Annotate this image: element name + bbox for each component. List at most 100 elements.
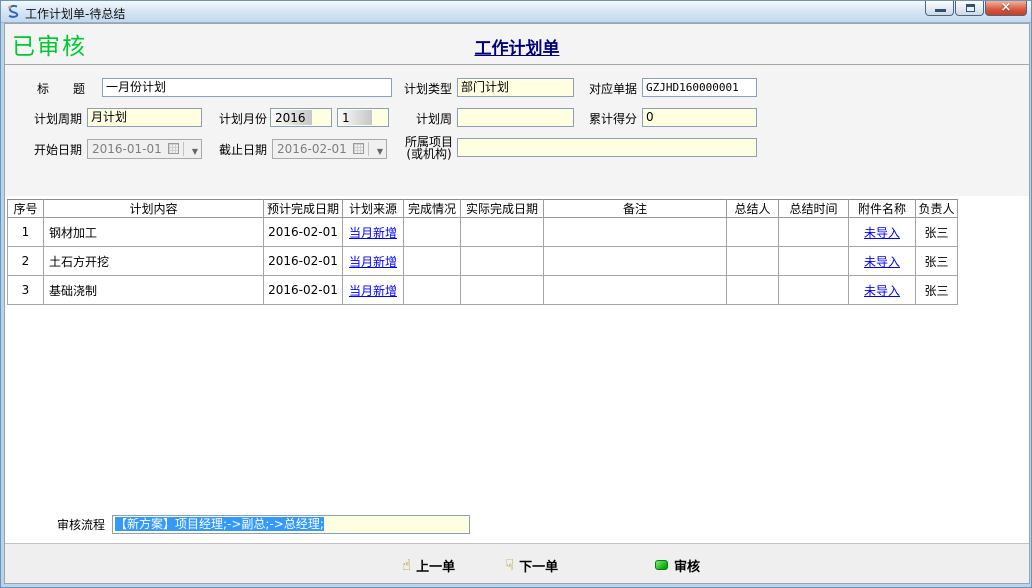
- cell-summarizer: [727, 218, 779, 247]
- cell-attachment: 未导入: [849, 276, 916, 305]
- chevron-down-icon[interactable]: ▼: [377, 144, 383, 160]
- cell-source: 当月新增: [343, 276, 404, 305]
- source-link[interactable]: 当月新增: [349, 226, 397, 240]
- previous-doc-button[interactable]: ☝ 上一单: [402, 556, 455, 574]
- table-row: 1 钢材加工 2016-02-01 当月新增 未导入 张三: [8, 218, 958, 247]
- attachment-link[interactable]: 未导入: [864, 255, 900, 269]
- col-header-owner: 负责人: [916, 200, 958, 218]
- cell-no: 1: [8, 218, 44, 247]
- plan-month-value: 1: [339, 110, 372, 125]
- col-header-source: 计划来源: [343, 200, 404, 218]
- maximize-button[interactable]: [955, 1, 984, 16]
- cell-attachment: 未导入: [849, 247, 916, 276]
- close-button[interactable]: ×: [985, 1, 1027, 16]
- col-header-content: 计划内容: [44, 200, 264, 218]
- cell-status: [404, 247, 461, 276]
- cell-due: 2016-02-01: [264, 218, 343, 247]
- approval-flow-input[interactable]: 【新方案】项目经理;->副总;->总经理;: [112, 515, 470, 534]
- divider: [183, 142, 184, 156]
- cell-source: 当月新增: [343, 247, 404, 276]
- project-input[interactable]: [457, 138, 757, 157]
- approval-flow-label: 审核流程: [57, 518, 105, 532]
- cell-status: [404, 218, 461, 247]
- sheet-title: 工作计划单: [5, 34, 1029, 59]
- plan-type-label: 计划类型: [398, 82, 452, 96]
- title-input[interactable]: 一月份计划: [102, 78, 392, 97]
- table-header-row: 序号 计划内容 预计完成日期 计划来源 完成情况 实际完成日期 备注 总结人 总…: [8, 200, 958, 218]
- app-window: 工作计划单-待总结 × 已审核 工作计划单 标 题 一月份计划 计划类型 部门计…: [0, 0, 1032, 588]
- close-icon: ×: [986, 0, 1026, 15]
- col-header-status: 完成情况: [404, 200, 461, 218]
- cell-no: 2: [8, 247, 44, 276]
- source-link[interactable]: 当月新增: [349, 255, 397, 269]
- plan-month-spinner[interactable]: 1: [337, 108, 389, 127]
- plan-cycle-input[interactable]: 月计划: [87, 108, 202, 127]
- next-doc-button[interactable]: ☟ 下一单: [505, 556, 558, 574]
- maximize-icon: [966, 4, 975, 12]
- cell-attachment: 未导入: [849, 218, 916, 247]
- client-area: 已审核 工作计划单 标 题 一月份计划 计划类型 部门计划 对应单据 GZJHD…: [4, 23, 1030, 584]
- calendar-icon: [353, 143, 364, 154]
- cell-remark: [544, 218, 727, 247]
- app-logo-icon: [6, 4, 21, 19]
- plan-year-value: 2016: [272, 110, 312, 125]
- start-date-picker[interactable]: 2016-01-01 ▼: [87, 139, 202, 159]
- plan-year-spinner[interactable]: 2016: [270, 108, 332, 127]
- cell-summarizer: [727, 276, 779, 305]
- cell-due: 2016-02-01: [264, 276, 343, 305]
- end-date-value: 2016-02-01: [277, 142, 347, 156]
- table-row: 3 基础浇制 2016-02-01 当月新增 未导入 张三: [8, 276, 958, 305]
- total-score-input[interactable]: 0: [642, 108, 757, 127]
- approval-flow-selected-text: 【新方案】项目经理;->副总;->总经理;: [115, 517, 324, 531]
- col-header-actual: 实际完成日期: [461, 200, 544, 218]
- start-date-value: 2016-01-01: [92, 142, 162, 156]
- col-header-summarizer: 总结人: [727, 200, 779, 218]
- plan-type-input[interactable]: 部门计划: [457, 78, 574, 97]
- col-header-due: 预计完成日期: [264, 200, 343, 218]
- col-header-summary-time: 总结时间: [779, 200, 849, 218]
- previous-doc-label: 上一单: [416, 556, 455, 575]
- cell-owner: 张三: [916, 218, 958, 247]
- total-score-label: 累计得分: [583, 112, 637, 126]
- cell-summarizer: [727, 247, 779, 276]
- plan-week-label: 计划周: [398, 112, 452, 126]
- end-date-label: 截止日期: [213, 143, 267, 157]
- plan-month-label: 计划月份: [213, 112, 267, 126]
- hand-down-icon: ☟: [505, 556, 514, 574]
- title-field-label: 标 题: [37, 82, 85, 96]
- cell-remark: [544, 276, 727, 305]
- next-doc-label: 下一单: [519, 556, 558, 575]
- audit-green-icon: [655, 560, 668, 570]
- ref-doc-input[interactable]: GZJHD160000001: [642, 78, 757, 97]
- col-header-remark: 备注: [544, 200, 727, 218]
- attachment-link[interactable]: 未导入: [864, 284, 900, 298]
- source-link[interactable]: 当月新增: [349, 284, 397, 298]
- audit-button[interactable]: 审核: [655, 556, 700, 574]
- minimize-icon: [935, 9, 946, 12]
- cell-status: [404, 276, 461, 305]
- title-bar[interactable]: 工作计划单-待总结 ×: [1, 1, 1032, 23]
- plan-items-table: 序号 计划内容 预计完成日期 计划来源 完成情况 实际完成日期 备注 总结人 总…: [7, 199, 958, 305]
- calendar-icon: [168, 143, 179, 154]
- cell-summary-time: [779, 218, 849, 247]
- cell-summary-time: [779, 276, 849, 305]
- end-date-picker[interactable]: 2016-02-01 ▼: [272, 139, 387, 159]
- hand-up-icon: ☝: [402, 556, 411, 574]
- col-header-no: 序号: [8, 200, 44, 218]
- plan-week-input[interactable]: [457, 108, 574, 127]
- attachment-link[interactable]: 未导入: [864, 226, 900, 240]
- minimize-button[interactable]: [925, 1, 954, 16]
- cell-owner: 张三: [916, 247, 958, 276]
- cell-actual: [461, 218, 544, 247]
- chevron-down-icon[interactable]: ▼: [192, 144, 198, 160]
- cell-summary-time: [779, 247, 849, 276]
- footer-bar: ☝ 上一单 ☟ 下一单 审核: [5, 543, 1029, 583]
- header-strip: 已审核 工作计划单: [5, 24, 1029, 65]
- project-label: 所属项目 (或机构): [402, 136, 456, 160]
- cell-source: 当月新增: [343, 218, 404, 247]
- divider: [368, 142, 369, 156]
- table-row: 2 土石方开挖 2016-02-01 当月新增 未导入 张三: [8, 247, 958, 276]
- cell-due: 2016-02-01: [264, 247, 343, 276]
- cell-remark: [544, 247, 727, 276]
- plan-cycle-label: 计划周期: [28, 112, 82, 126]
